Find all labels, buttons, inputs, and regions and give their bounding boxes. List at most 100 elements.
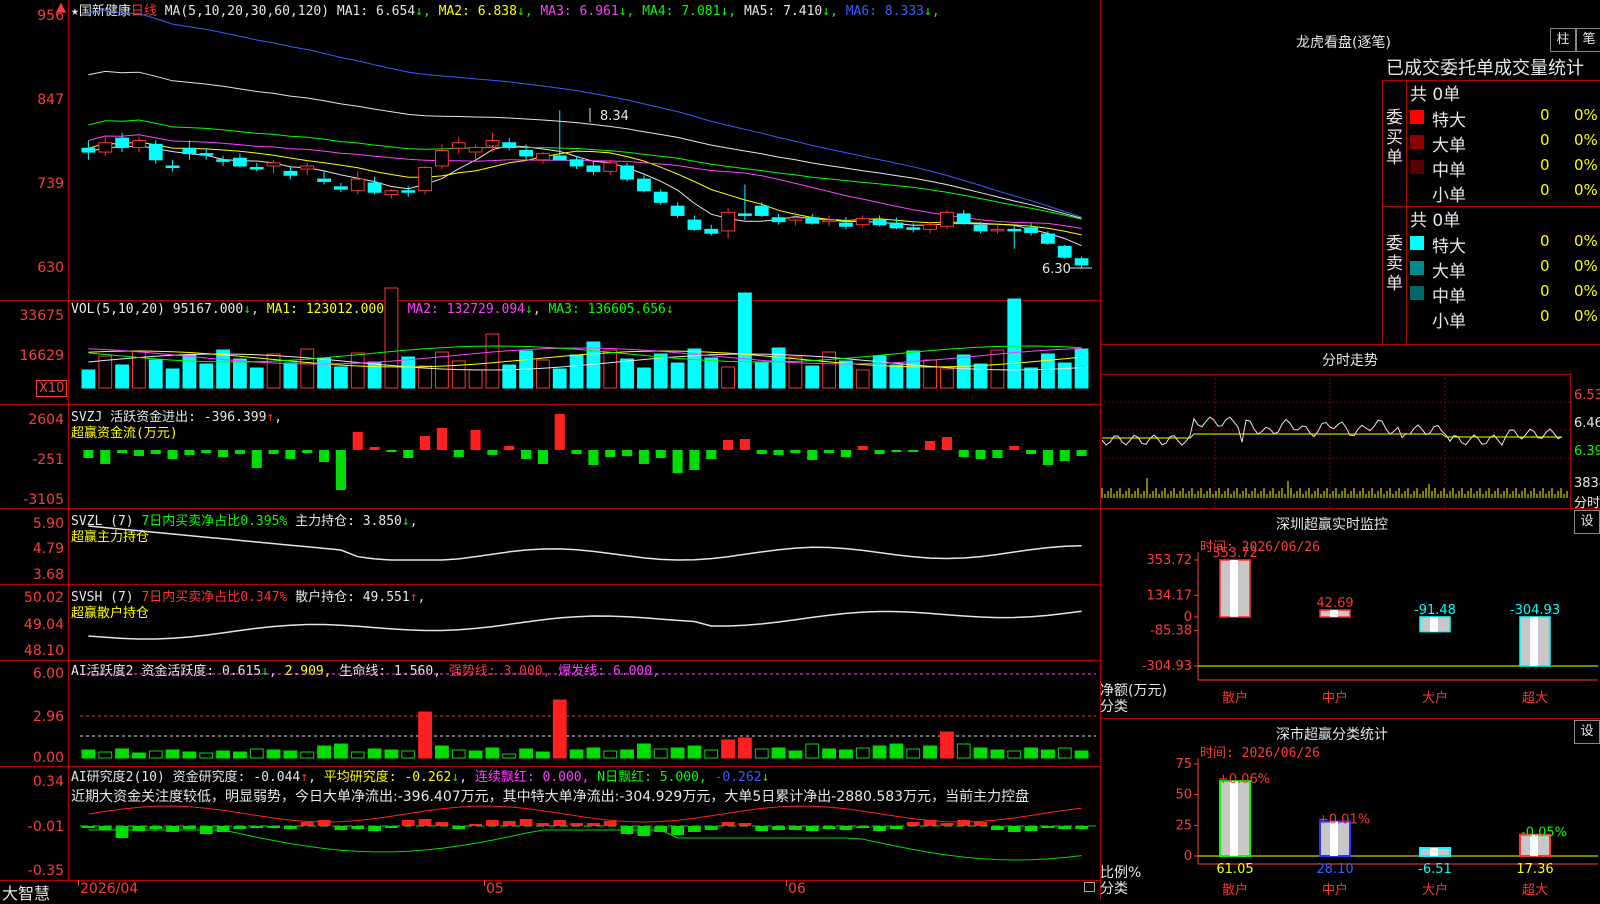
monitor-axis-label: 134.17 bbox=[1147, 588, 1193, 603]
activity-bar bbox=[889, 743, 904, 759]
volume-bar bbox=[704, 357, 719, 389]
research-bar bbox=[957, 820, 971, 826]
research-bar bbox=[721, 822, 735, 826]
svzj-pane[interactable]: 2604 -251 -3105 SVZJ 活跃资金进出: -396.399↑, … bbox=[0, 404, 1100, 509]
research-bar bbox=[300, 822, 314, 826]
activity-bar bbox=[266, 749, 281, 759]
fenshi-axis-label: 6.53 bbox=[1574, 388, 1600, 403]
flow-bar bbox=[386, 450, 397, 452]
volume-bar bbox=[653, 353, 668, 389]
ai-activity-pane[interactable]: 6.00 2.96 0.00 AI活跃度2 资金活跃度: 0.615↓, 2.9… bbox=[0, 660, 1100, 767]
flow-bar bbox=[352, 432, 363, 450]
fenshi-chart[interactable] bbox=[1100, 344, 1570, 508]
volume-bar bbox=[990, 349, 1005, 389]
activity-bar bbox=[199, 752, 214, 759]
activity-bar bbox=[1024, 747, 1038, 759]
candle-body bbox=[771, 217, 786, 223]
svzl-chart[interactable] bbox=[0, 508, 1100, 584]
buy-color-swatch bbox=[1410, 135, 1424, 149]
flow-bar bbox=[941, 437, 952, 450]
research-bar bbox=[688, 826, 701, 832]
sell-color-swatch bbox=[1410, 311, 1424, 325]
candle-body bbox=[519, 150, 533, 157]
activity-bar bbox=[620, 749, 634, 759]
volume-chart[interactable] bbox=[0, 287, 1100, 404]
sell-row-name: 特大 bbox=[1432, 237, 1466, 257]
candle-body bbox=[451, 142, 466, 149]
research-bar bbox=[789, 826, 802, 830]
research-bar bbox=[654, 826, 668, 832]
fenshi-panel[interactable]: 分时走势 6.53 6.46 6.39 3834 分时 bbox=[1100, 344, 1600, 511]
volume-bar bbox=[839, 360, 853, 389]
activity-bar bbox=[687, 745, 702, 759]
candle-body bbox=[132, 139, 146, 148]
classify-change-label: +0.01% bbox=[1318, 813, 1370, 828]
activity-bar bbox=[906, 748, 921, 759]
tick-mode-button[interactable]: 笔 bbox=[1576, 28, 1600, 52]
high-price-label: 8.34 bbox=[600, 109, 629, 124]
monitor-panel[interactable]: 深圳超赢实时监控 设 时间: 2026/06/26 净额(万元) 分类 353.… bbox=[1100, 508, 1600, 719]
ai-research-pane[interactable]: 0.34 -0.01 -0.35 AI研究度2(10) 资金研究度: -0.04… bbox=[0, 766, 1100, 881]
volume-bar bbox=[855, 369, 870, 389]
flow-bar bbox=[335, 450, 346, 490]
flow-bar bbox=[958, 450, 969, 457]
lock-icon[interactable] bbox=[1084, 882, 1095, 892]
volume-bar bbox=[367, 361, 382, 389]
buy-row-name: 大单 bbox=[1432, 136, 1466, 156]
longhu-title: 龙虎看盘(逐笔) bbox=[1296, 35, 1391, 51]
candle-body bbox=[115, 137, 129, 148]
classify-bar-chart[interactable]: 75 50 25 0 +0.06% 61.05 散户 +0.01% 28.10 中户 -6.51 大户… bbox=[1100, 718, 1600, 900]
volume-bar bbox=[805, 365, 820, 389]
classify-panel[interactable]: 深市超赢分类统计 设 时间: 2026/06/26 比例% 分类 75 50 25 0… bbox=[1100, 718, 1600, 900]
volume-bar bbox=[754, 361, 769, 389]
ai-activity-chart[interactable] bbox=[0, 660, 1100, 766]
svzl-pane[interactable]: 5.90 4.79 3.68 SVZL (7) 7日内买卖净占比0.395% 主… bbox=[0, 508, 1100, 585]
research-bar bbox=[671, 826, 684, 835]
volume-bar bbox=[620, 358, 634, 389]
sell-color-swatch bbox=[1410, 261, 1424, 275]
monitor-bar-shine bbox=[1530, 616, 1538, 666]
longhu-tabs[interactable]: 已成交委托单成交量统计 bbox=[1386, 54, 1584, 80]
activity-bar bbox=[367, 748, 382, 759]
flow-bar bbox=[453, 450, 464, 457]
svzj-chart[interactable] bbox=[0, 404, 1100, 508]
svsh-pane[interactable]: 50.02 49.04 48.10 SVSH (7) 7日内买卖净占比0.347… bbox=[0, 584, 1100, 661]
flow-bar bbox=[975, 450, 986, 459]
candle-body bbox=[233, 157, 247, 167]
x-axis-date: 2026/04 bbox=[80, 881, 139, 897]
sell-row-name: 大单 bbox=[1432, 262, 1466, 282]
flow-bar bbox=[571, 450, 582, 454]
candle-body bbox=[855, 218, 870, 226]
research-red-line bbox=[88, 805, 1082, 823]
monitor-bar-chart[interactable]: 353.72134.170-85.38-304.93353.72散户42.69中… bbox=[1100, 508, 1600, 718]
buy-row-pct: 0% bbox=[1574, 131, 1598, 149]
classify-category-label: 大户 bbox=[1422, 882, 1448, 898]
flow-bar bbox=[739, 439, 750, 450]
volume-bar bbox=[182, 354, 197, 389]
candle-body bbox=[805, 217, 820, 224]
volume-bar bbox=[670, 362, 685, 389]
flow-bar bbox=[622, 450, 633, 456]
research-bar bbox=[418, 819, 432, 826]
ai-research-chart[interactable] bbox=[0, 766, 1100, 880]
flow-bar bbox=[790, 450, 801, 453]
bar-mode-button[interactable]: 柱 bbox=[1550, 28, 1576, 52]
volume-bar bbox=[165, 368, 180, 389]
svsh-chart[interactable] bbox=[0, 584, 1100, 660]
research-bar bbox=[553, 820, 567, 826]
sell-row-count: 0 bbox=[1540, 307, 1550, 325]
price-pane[interactable]: 956 847 739 630 ▲ ★国新健康日线 MA(5,10,20,30,… bbox=[0, 0, 1100, 301]
activity-bar bbox=[317, 745, 331, 759]
fenshi-axis-label: 6.46 bbox=[1574, 416, 1600, 431]
monitor-value-label: 353.72 bbox=[1212, 546, 1258, 561]
research-bar bbox=[334, 826, 348, 830]
flow-bar bbox=[470, 430, 481, 450]
volume-bar bbox=[485, 333, 500, 389]
activity-bar bbox=[738, 737, 752, 759]
volume-pane[interactable]: 33675 16629 X10 VOL(5,10,20) 95167.000↓,… bbox=[0, 287, 1100, 405]
sell-row-name: 中单 bbox=[1432, 287, 1466, 307]
candlestick-chart[interactable] bbox=[0, 0, 1100, 300]
flow-bar bbox=[1059, 450, 1070, 461]
volume-bar bbox=[334, 366, 348, 389]
volume-bar bbox=[973, 363, 988, 389]
